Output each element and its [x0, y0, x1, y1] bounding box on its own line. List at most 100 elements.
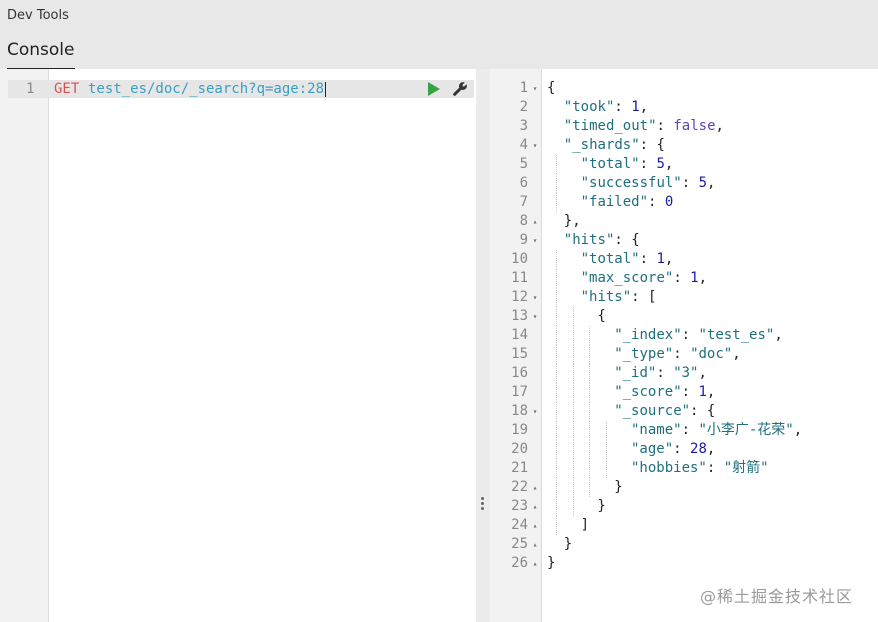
code-token: "_type"	[614, 346, 674, 362]
play-icon[interactable]	[427, 81, 441, 97]
unfold-arrow-icon[interactable]: ▴	[530, 554, 540, 573]
fold-arrow-icon[interactable]: ▾	[530, 79, 540, 98]
indent-guide	[555, 269, 557, 288]
indent-guide	[555, 478, 557, 497]
indent-guide	[589, 383, 591, 402]
indent-guide	[606, 421, 608, 440]
code-token: "max_score"	[580, 270, 674, 286]
wrench-icon[interactable]	[452, 81, 468, 97]
response-line: 7 "failed": 0	[490, 193, 878, 212]
code-token: : {	[614, 232, 640, 248]
pane-resizer[interactable]	[476, 69, 490, 622]
line-number: 26	[511, 555, 528, 571]
indent-guide	[589, 459, 591, 478]
line-number: 19	[511, 422, 528, 438]
response-line: 16 "_id": "3",	[490, 364, 878, 383]
code-token: "timed_out"	[563, 118, 657, 134]
code-token: :	[656, 365, 674, 381]
code-token: :	[614, 99, 632, 115]
request-editor[interactable]: 1 GET test_es/doc/_search?q=age:28	[0, 69, 476, 622]
line-text: "successful": 5,	[581, 174, 716, 193]
fold-arrow-icon[interactable]: ▾	[530, 231, 540, 250]
line-number: 18	[511, 403, 528, 419]
code-token: ,	[698, 270, 708, 286]
line-number: 15	[511, 346, 528, 362]
response-line: 22 ▴}	[490, 478, 878, 497]
code-token: "_index"	[614, 327, 682, 343]
code-token: "total"	[580, 156, 640, 172]
tab-console[interactable]: Console	[7, 38, 75, 70]
indent-guide	[572, 440, 574, 459]
request-url: test_es/doc/_search?q=age:28	[88, 81, 327, 97]
line-text: "_source": {	[614, 402, 715, 421]
response-line: 21 "hobbies": "射箭"	[490, 459, 878, 478]
code-token: "hobbies"	[631, 460, 707, 476]
indent-guide	[589, 402, 591, 421]
code-token: }	[597, 498, 606, 514]
watermark: @稀土掘金技术社区	[700, 587, 854, 606]
code-token: :	[656, 118, 674, 134]
line-text: "_score": 1,	[614, 383, 715, 402]
line-number: 11	[511, 270, 528, 286]
code-token: : {	[639, 137, 665, 153]
indent-guide	[555, 383, 557, 402]
line-text: {	[547, 79, 555, 98]
code-token: :	[648, 194, 665, 210]
line-number: 23	[511, 498, 528, 514]
line-text: {	[597, 307, 605, 326]
indent-guide	[572, 345, 574, 364]
code-token: :	[681, 384, 699, 400]
code-token: "射箭"	[723, 460, 769, 476]
line-number: 5	[519, 156, 528, 172]
code-token: ,	[664, 156, 674, 172]
line-number: 10	[511, 251, 528, 267]
line-number: 6	[519, 175, 528, 191]
response-line: 17 "_score": 1,	[490, 383, 878, 402]
code-token: }	[614, 479, 623, 495]
indent-guide	[606, 459, 608, 478]
fold-arrow-icon[interactable]: ▾	[530, 288, 540, 307]
code-token: ,	[774, 327, 783, 343]
unfold-arrow-icon[interactable]: ▴	[530, 478, 540, 497]
code-token: "failed"	[580, 194, 649, 210]
code-token: ,	[698, 365, 707, 381]
code-token: 1	[698, 384, 707, 400]
fold-arrow-icon[interactable]: ▾	[530, 136, 540, 155]
request-line[interactable]: 1 GET test_es/doc/_search?q=age:28	[0, 80, 476, 99]
code-token: :	[639, 156, 657, 172]
code-token: 1	[690, 270, 699, 286]
line-text: }	[597, 497, 605, 516]
code-token: "_score"	[614, 384, 682, 400]
code-token: "3"	[673, 365, 699, 381]
code-token: ]	[580, 517, 590, 533]
unfold-arrow-icon[interactable]: ▴	[530, 535, 540, 554]
resize-handle-icon[interactable]	[481, 497, 485, 512]
indent-guide	[572, 383, 574, 402]
line-number: 20	[511, 441, 528, 457]
line-text: "hits": [	[581, 288, 657, 307]
code-token: 1	[631, 99, 640, 115]
code-token: }	[547, 555, 556, 571]
line-text: }	[547, 554, 555, 573]
code-token: :	[706, 460, 724, 476]
fold-arrow-icon[interactable]: ▾	[530, 402, 540, 421]
indent-guide	[555, 288, 557, 307]
unfold-arrow-icon[interactable]: ▴	[530, 497, 540, 516]
code-token: "doc"	[690, 346, 733, 362]
indent-guide	[555, 193, 557, 212]
code-token: "_id"	[614, 365, 657, 381]
fold-arrow-icon[interactable]: ▾	[530, 307, 540, 326]
code-token: ,	[706, 384, 716, 400]
unfold-arrow-icon[interactable]: ▴	[530, 516, 540, 535]
indent-guide	[555, 307, 557, 326]
indent-guide	[555, 364, 557, 383]
indent-guide	[555, 174, 557, 193]
code-token: "hits"	[563, 232, 615, 248]
code-token: ,	[715, 118, 724, 134]
unfold-arrow-icon[interactable]: ▴	[530, 212, 540, 231]
response-line: 12 ▾ "hits": [	[490, 288, 878, 307]
indent-guide	[572, 326, 574, 345]
code-token: "age"	[631, 441, 674, 457]
line-text: }	[614, 478, 622, 497]
response-body: 1 ▾{2 "took": 1, 3 "timed_out": false, 4 ▾ "_sh…	[490, 79, 878, 573]
